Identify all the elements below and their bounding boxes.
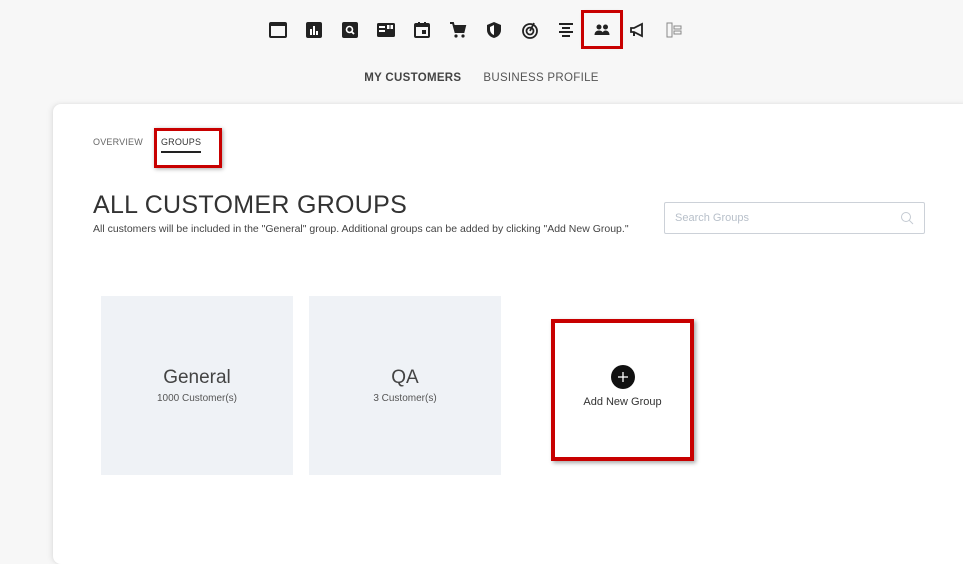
- cart-icon[interactable]: [443, 14, 474, 45]
- radar-icon[interactable]: [515, 14, 546, 45]
- tab-groups[interactable]: GROUPS: [160, 137, 202, 153]
- page-title: ALL CUSTOMER GROUPS: [93, 191, 408, 219]
- group-name: QA: [391, 367, 419, 388]
- window-icon[interactable]: [263, 14, 294, 45]
- people-icon[interactable]: [581, 10, 623, 49]
- org-chart-icon[interactable]: [659, 14, 690, 45]
- page-description: All customers will be included in the "G…: [93, 223, 629, 235]
- add-new-group-label: Add New Group: [583, 395, 662, 408]
- group-tile-general[interactable]: General 1000 Customer(s): [101, 296, 293, 475]
- search-input[interactable]: [675, 212, 900, 224]
- add-new-group-button[interactable]: Add New Group: [551, 319, 694, 461]
- bar-chart-icon[interactable]: [299, 14, 330, 45]
- group-count: 3 Customer(s): [373, 393, 437, 404]
- plus-circle-icon: [610, 364, 635, 389]
- shield-icon[interactable]: [479, 14, 510, 45]
- tab-overview[interactable]: OVERVIEW: [93, 137, 143, 153]
- group-name: General: [163, 367, 231, 388]
- tab-bar: OVERVIEW GROUPS: [93, 137, 202, 153]
- subnav-my-customers[interactable]: MY CUSTOMERS: [364, 72, 461, 84]
- megaphone-icon[interactable]: [623, 14, 654, 45]
- search-icon[interactable]: [900, 211, 914, 225]
- search-box: [664, 202, 925, 234]
- quote-card-icon[interactable]: [371, 14, 402, 45]
- align-center-icon[interactable]: [551, 14, 582, 45]
- subnav: MY CUSTOMERS BUSINESS PROFILE: [0, 72, 963, 84]
- top-nav: [260, 10, 692, 49]
- search-box-icon[interactable]: [335, 14, 366, 45]
- group-count: 1000 Customer(s): [156, 393, 238, 404]
- main-card: OVERVIEW GROUPS ALL CUSTOMER GROUPS All …: [53, 104, 963, 564]
- calendar-icon[interactable]: [407, 14, 438, 45]
- subnav-business-profile[interactable]: BUSINESS PROFILE: [483, 72, 598, 84]
- group-tile-qa[interactable]: QA 3 Customer(s): [309, 296, 501, 475]
